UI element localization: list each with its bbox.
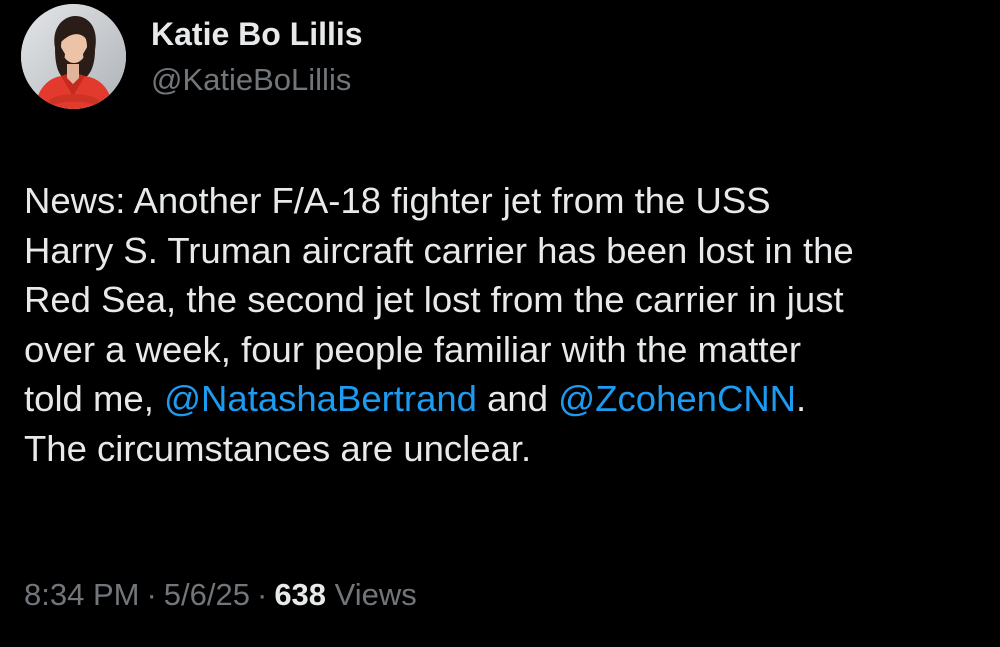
meta-separator: · [146,577,157,612]
tweet-text-line: Red Sea, the second jet lost from the ca… [24,275,984,325]
avatar[interactable] [21,4,126,109]
tweet-text-segment: and [476,378,559,419]
mention-link[interactable]: @NatashaBertrand [164,378,477,419]
views-count: 638 [274,577,327,612]
tweet-text-segment: . [796,378,807,419]
tweet-text-line: News: Another F/A-18 fighter jet from th… [24,176,984,226]
tweet-text-line: told me, @NatashaBertrand and @ZcohenCNN… [24,374,984,424]
tweet-text-line: The circumstances are unclear. [24,424,984,474]
tweet-text-segment: told me, [24,378,164,419]
mention-link[interactable]: @ZcohenCNN [558,378,796,419]
tweet-text-segment: over a week, four people familiar with t… [24,328,801,370]
tweet-text-line: Harry S. Truman aircraft carrier has bee… [24,226,984,276]
tweet-text-segment: News: Another F/A-18 fighter jet from th… [24,180,771,221]
meta-separator: · [256,577,268,612]
profile-photo-icon [21,4,126,109]
author-display-name[interactable]: Katie Bo Lillis [151,14,363,54]
tweet-meta: 8:34 PM · 5/6/25 · 638 Views [24,575,417,615]
tweet-text-segment: Red Sea, the second jet lost from the ca… [24,279,844,320]
tweet-time[interactable]: 8:34 PM [24,577,139,612]
tweet-text-segment: The circumstances are unclear. [24,427,532,469]
tweet-text-segment: Harry S. Truman aircraft carrier has bee… [24,229,854,271]
views-label: Views [334,577,417,612]
tweet-text: News: Another F/A-18 fighter jet from th… [24,176,984,473]
tweet-card: Katie Bo Lillis @KatieBoLillis News: Ano… [0,0,1000,647]
author-handle[interactable]: @KatieBoLillis [151,60,351,100]
tweet-text-line: over a week, four people familiar with t… [24,325,984,375]
tweet-date[interactable]: 5/6/25 [164,577,250,612]
